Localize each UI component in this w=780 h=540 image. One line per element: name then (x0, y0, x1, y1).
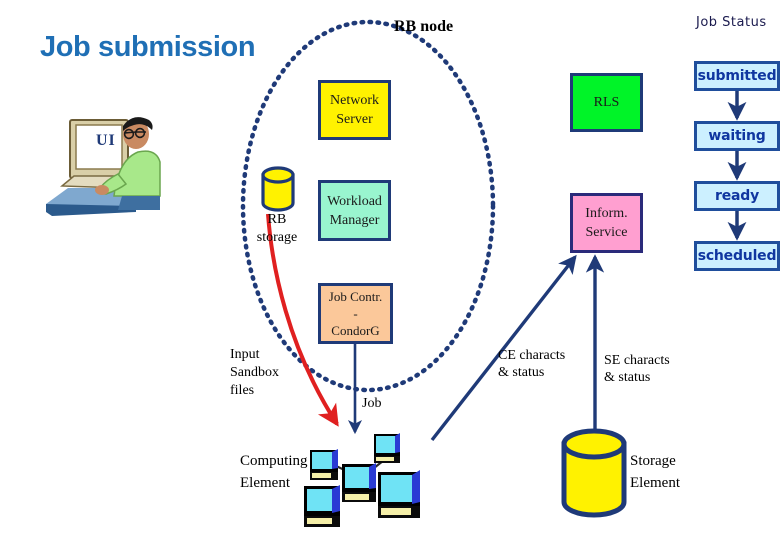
job-controller-condorg-box[interactable]: Job Contr. - CondorG (318, 283, 393, 344)
computing-element-label: Computing Element (240, 453, 308, 491)
status-badge-submitted[interactable]: submitted (694, 61, 780, 91)
status-badge-waiting[interactable]: waiting (694, 121, 780, 151)
input-sandbox-label: Input Sandbox files (230, 347, 279, 398)
job-label: Job (362, 396, 382, 411)
status-badge-scheduled[interactable]: scheduled (694, 241, 780, 271)
ce-characteristics-label: CE characts & status (498, 348, 566, 380)
status-badge-ready[interactable]: ready (694, 181, 780, 211)
rb-storage-label: RB storage (256, 212, 298, 245)
diagram-slide: Job submission UI RB node RB storage Net… (0, 0, 780, 540)
person-at-computer-icon (46, 117, 161, 216)
rls-box[interactable]: RLS (570, 73, 643, 132)
information-service-box[interactable]: Inform. Service (570, 193, 643, 253)
storage-element-cylinder-icon (561, 428, 627, 518)
page-title: Job submission (40, 31, 256, 63)
rb-storage-cylinder-icon (261, 166, 295, 212)
job-status-title: Job Status (696, 15, 767, 30)
ui-screen-label: UI (96, 132, 116, 149)
computer-cluster-icon (304, 433, 420, 527)
storage-element-label: Storage Element (630, 453, 680, 491)
se-characteristics-label: SE characts & status (604, 353, 670, 385)
workload-manager-box[interactable]: Workload Manager (318, 180, 391, 241)
network-server-box[interactable]: Network Server (318, 80, 391, 140)
rb-node-label: RB node (394, 18, 454, 35)
